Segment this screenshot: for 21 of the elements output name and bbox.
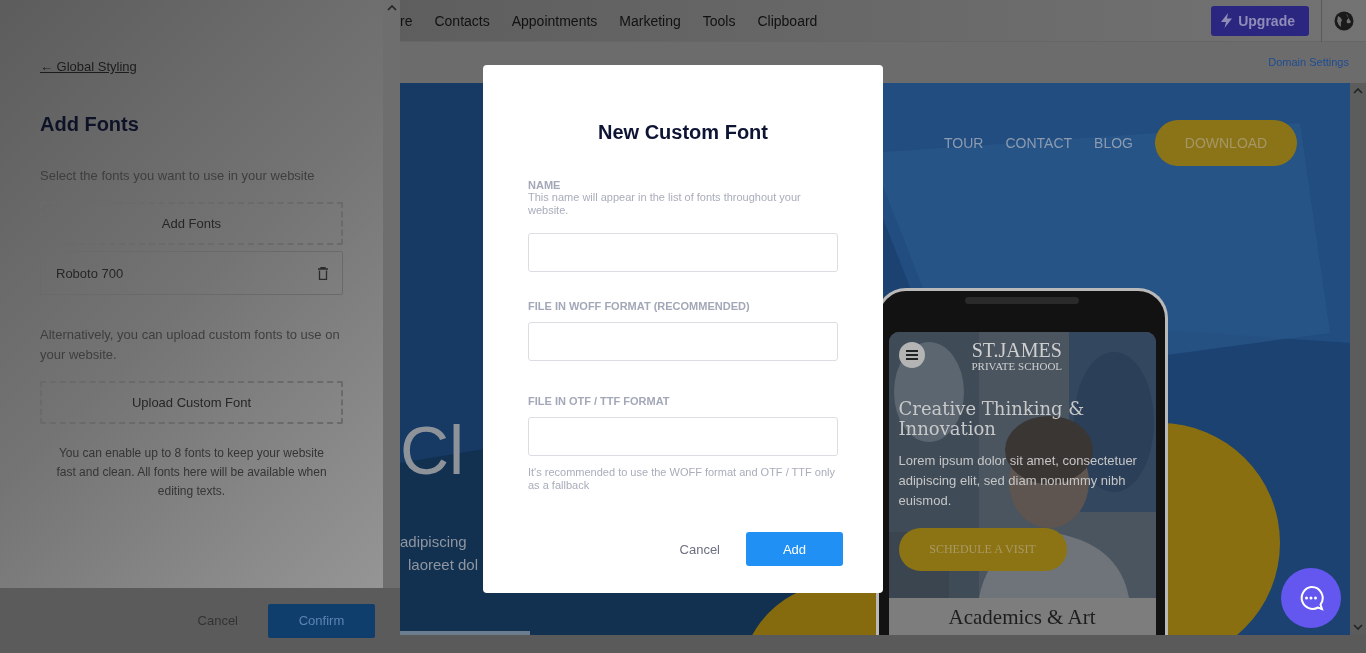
nav-item[interactable]: Contacts	[434, 12, 490, 29]
nav-item[interactable]: Appointments	[511, 12, 598, 29]
confirm-button[interactable]: Confirm	[268, 603, 375, 638]
back-link[interactable]: ← Global Styling	[40, 59, 137, 74]
trash-icon[interactable]	[318, 266, 328, 280]
nav-item[interactable]: Marketing	[619, 12, 681, 29]
globe-icon[interactable]	[1334, 10, 1354, 31]
upload-custom-font-button[interactable]: Upload Custom Font	[40, 381, 343, 424]
nav-item[interactable]: Clipboard	[757, 12, 818, 29]
lightning-icon	[1221, 13, 1233, 28]
font-name: Roboto 700	[56, 265, 124, 281]
panel-title: Add Fonts	[40, 113, 140, 136]
scroll-up-icon[interactable]	[1353, 88, 1363, 94]
nav-item[interactable]: Tools	[702, 12, 736, 29]
font-limit-note: You can enable up to 8 fonts to keep your website fast and clean. All fonts here will be available when editing texts.	[55, 445, 328, 500]
upgrade-button[interactable]: Upgrade	[1211, 5, 1309, 36]
scroll-down-icon[interactable]	[1353, 624, 1363, 630]
nav-item[interactable]: re	[400, 12, 413, 29]
scroll-up-icon[interactable]	[386, 5, 397, 11]
scrollbar[interactable]	[383, 0, 400, 588]
domain-settings-link[interactable]: Domain Settings	[1268, 55, 1349, 68]
